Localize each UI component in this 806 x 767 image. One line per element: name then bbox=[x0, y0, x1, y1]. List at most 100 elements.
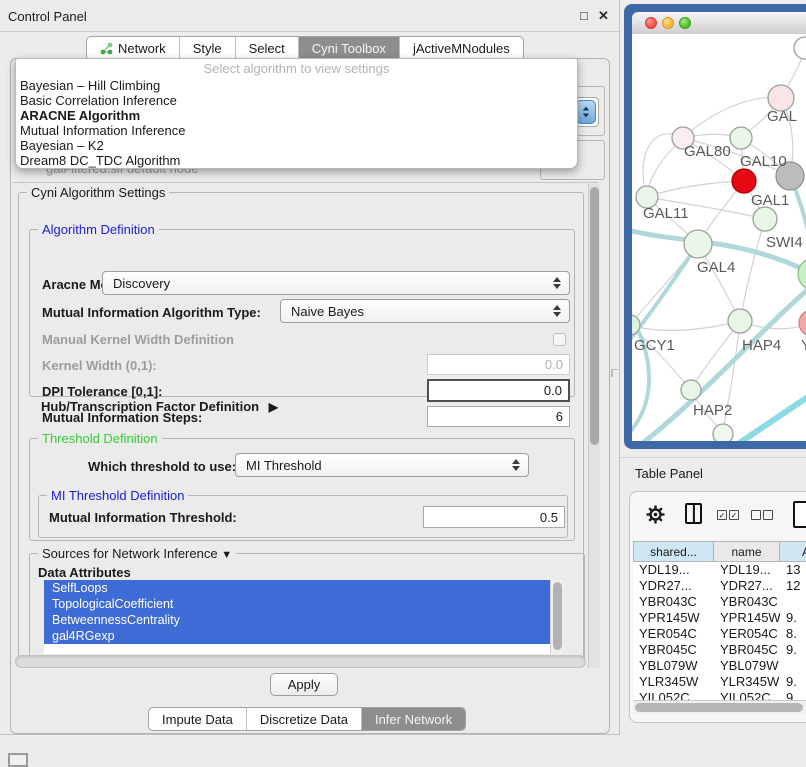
scrollbar-thumb[interactable] bbox=[590, 187, 599, 445]
tab-network[interactable]: Network bbox=[87, 37, 179, 60]
select-all-checkboxes-icon[interactable]: ✓ ✓ bbox=[717, 510, 739, 520]
combobox-stepper-icon bbox=[553, 277, 561, 289]
mi-threshold-field[interactable]: 0.5 bbox=[423, 506, 565, 528]
minimize-window-button[interactable] bbox=[662, 17, 674, 29]
deselect-all-checkboxes-icon[interactable] bbox=[751, 510, 773, 520]
table-panel-body: ✓ ✓ shared... name A YDL19...YDL19...13 … bbox=[629, 491, 806, 723]
table-row[interactable]: YER054CYER054C8. bbox=[633, 626, 806, 642]
table-row[interactable]: YBL079WYBL079W bbox=[633, 658, 806, 674]
export-table-file-icon[interactable] bbox=[793, 501, 806, 528]
close-window-button[interactable] bbox=[645, 17, 657, 29]
control-panel-titlebar: Control Panel □ ✕ bbox=[0, 0, 619, 32]
bottom-tabbar: Impute Data Discretize Data Infer Networ… bbox=[148, 707, 466, 731]
zoom-window-button[interactable] bbox=[679, 17, 691, 29]
hidden-combobox-stepper[interactable] bbox=[576, 100, 596, 124]
scrollbar-thumb[interactable] bbox=[553, 582, 562, 650]
list-vertical-scrollbar[interactable] bbox=[550, 580, 563, 654]
network-view-window: GAL GAL80 GAL10 GAL1 GAL11 SWI4 GAL4 GCY… bbox=[624, 4, 806, 449]
node-salmon[interactable] bbox=[799, 310, 806, 336]
node-bottom-cut[interactable] bbox=[713, 424, 733, 441]
manual-kernel-checkbox[interactable] bbox=[553, 333, 566, 346]
apply-button[interactable]: Apply bbox=[270, 673, 338, 696]
network-canvas[interactable]: GAL GAL80 GAL10 GAL1 GAL11 SWI4 GAL4 GCY… bbox=[632, 34, 806, 441]
combobox-stepper-icon bbox=[512, 459, 520, 471]
algorithm-option[interactable]: Bayesian – Hill Climbing bbox=[16, 78, 577, 93]
tab-cyni-toolbox[interactable]: Cyni Toolbox bbox=[298, 37, 399, 60]
node-label: SWI4 bbox=[766, 234, 803, 251]
popup-placeholder: Select algorithm to view settings bbox=[16, 59, 577, 78]
table-row[interactable]: YDL19...YDL19...13 bbox=[633, 562, 806, 578]
settings-horizontal-scrollbar[interactable] bbox=[15, 655, 586, 668]
tab-jactivemnodules[interactable]: jActiveMNodules bbox=[399, 37, 523, 60]
table-row[interactable]: YIL052CYIL052C9 bbox=[633, 690, 806, 700]
column-header-partial[interactable]: A bbox=[780, 541, 806, 562]
tab-discretize-data[interactable]: Discretize Data bbox=[246, 708, 361, 730]
node-gal10[interactable] bbox=[730, 127, 752, 149]
node-label: HAP4 bbox=[742, 337, 781, 354]
table-row[interactable]: YPR145WYPR145W9. bbox=[633, 610, 806, 626]
table-row[interactable]: YBR043CYBR043C bbox=[633, 594, 806, 610]
threshold-definition-title: Threshold Definition bbox=[38, 431, 162, 446]
scrollbar-thumb[interactable] bbox=[635, 703, 803, 712]
algorithm-option-selected[interactable]: ARACNE Algorithm bbox=[16, 108, 577, 123]
settings-gear-icon[interactable] bbox=[646, 505, 665, 527]
tab-impute-data[interactable]: Impute Data bbox=[149, 708, 246, 730]
node-label: GAL10 bbox=[740, 153, 787, 170]
node-hap4[interactable] bbox=[728, 309, 752, 333]
close-panel-button[interactable]: ✕ bbox=[598, 8, 609, 24]
mi-steps-field[interactable]: 6 bbox=[427, 406, 570, 427]
data-attributes-list[interactable]: SelfLoops TopologicalCoefficient Between… bbox=[44, 580, 563, 654]
node-label: GAL11 bbox=[643, 205, 689, 222]
network-icon bbox=[100, 42, 113, 55]
network-graph: GAL GAL80 GAL10 GAL1 GAL11 SWI4 GAL4 GCY… bbox=[632, 34, 806, 441]
panel-resize-handle[interactable] bbox=[611, 369, 618, 377]
attribute-item-selected[interactable]: gal4RGexp bbox=[44, 628, 557, 644]
expanded-arrow-icon: ▼ bbox=[221, 549, 232, 561]
table-row[interactable]: YLR345WYLR345W9. bbox=[633, 674, 806, 690]
attribute-item-selected[interactable]: SelfLoops bbox=[44, 580, 557, 596]
node-label: HAP2 bbox=[693, 402, 732, 419]
minimized-panel-square[interactable] bbox=[8, 753, 28, 767]
column-header-sharedname[interactable]: shared... bbox=[633, 541, 714, 562]
tab-style[interactable]: Style bbox=[179, 37, 235, 60]
table-row[interactable]: YBR045CYBR045C9. bbox=[633, 642, 806, 658]
dpi-tolerance-field[interactable]: 0.0 bbox=[427, 379, 570, 402]
sources-toggle[interactable]: Sources for Network Inference ▼ bbox=[38, 546, 236, 563]
table-panel-header: Table Panel bbox=[620, 457, 806, 486]
manual-kernel-label: Manual Kernel Width Definition bbox=[42, 332, 234, 347]
settings-vertical-scrollbar[interactable] bbox=[588, 184, 600, 668]
column-header-name[interactable]: name bbox=[714, 541, 780, 562]
tab-infer-network[interactable]: Infer Network bbox=[361, 708, 465, 730]
mi-threshold-label: Mutual Information Threshold: bbox=[49, 510, 237, 525]
which-threshold-label: Which threshold to use: bbox=[88, 459, 236, 474]
mi-threshold-definition-title: MI Threshold Definition bbox=[47, 488, 188, 503]
node-unlabeled[interactable] bbox=[794, 37, 806, 59]
network-window-titlebar[interactable] bbox=[632, 12, 806, 35]
algorithm-definition-group: Algorithm Definition Aracne Mode: Discov… bbox=[29, 229, 575, 397]
tab-select[interactable]: Select bbox=[235, 37, 298, 60]
attribute-item-selected[interactable]: TopologicalCoefficient bbox=[44, 596, 557, 612]
settings-separator bbox=[13, 182, 598, 183]
algorithm-option[interactable]: Bayesian – K2 bbox=[16, 138, 577, 153]
node-swi4[interactable] bbox=[753, 207, 777, 231]
algorithm-definition-title: Algorithm Definition bbox=[38, 222, 159, 237]
aracne-mode-combobox[interactable]: Discovery bbox=[102, 271, 570, 295]
algorithm-option[interactable]: Dream8 DC_TDC Algorithm bbox=[16, 153, 577, 168]
table-row[interactable]: YDR27...YDR27...12 bbox=[633, 578, 806, 594]
algorithm-option[interactable]: Basic Correlation Inference bbox=[16, 93, 577, 108]
which-threshold-combobox[interactable]: MI Threshold bbox=[235, 453, 529, 477]
mi-algorithm-type-label: Mutual Information Algorithm Type: bbox=[42, 305, 261, 320]
node-gal1-selected[interactable] bbox=[732, 169, 756, 193]
node-green-edge[interactable] bbox=[798, 258, 806, 290]
column-visibility-icon[interactable] bbox=[685, 503, 702, 524]
hub-definition-toggle[interactable]: Hub/Transcription Factor Definition ▶ bbox=[41, 399, 278, 414]
float-panel-button[interactable]: □ bbox=[580, 8, 588, 23]
table-horizontal-scrollbar[interactable] bbox=[633, 700, 806, 714]
node-gal4[interactable] bbox=[684, 230, 712, 258]
mi-algorithm-type-combobox[interactable]: Naive Bayes bbox=[280, 299, 570, 323]
attribute-item-selected[interactable]: BetweennessCentrality bbox=[44, 612, 557, 628]
algorithm-option[interactable]: Mutual Information Inference bbox=[16, 123, 577, 138]
attribute-table: shared... name A YDL19...YDL19...13 YDR2… bbox=[633, 541, 806, 701]
node-hap2[interactable] bbox=[681, 380, 701, 400]
node-label: GAL4 bbox=[697, 259, 735, 276]
